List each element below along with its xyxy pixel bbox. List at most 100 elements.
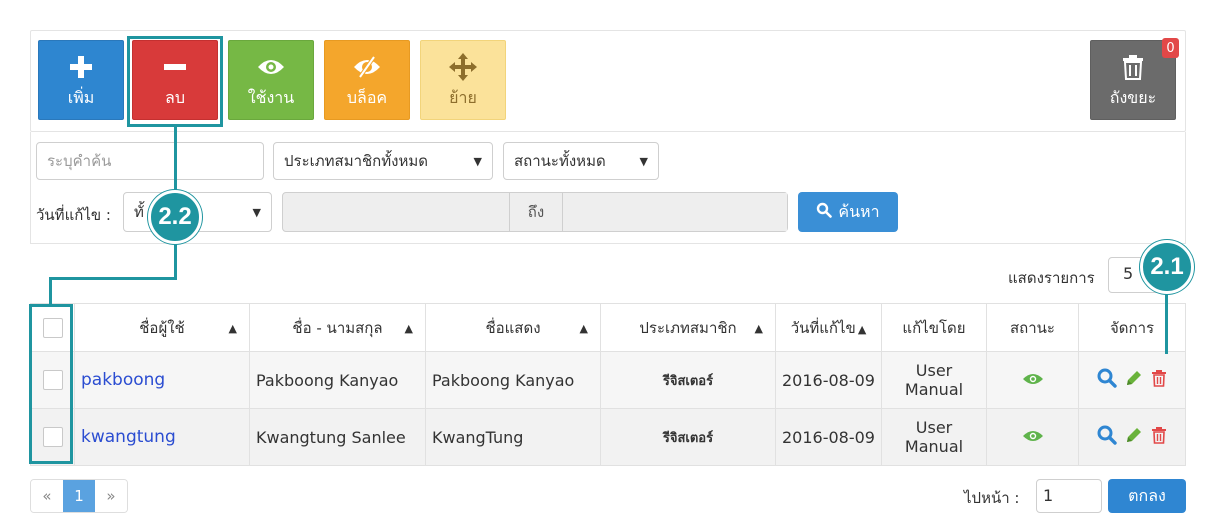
pagination: « 1 » bbox=[30, 479, 128, 513]
member-type-cell: รีจิสเตอร์ bbox=[600, 408, 776, 466]
edit-pencil-icon[interactable] bbox=[1125, 369, 1143, 391]
view-icon[interactable] bbox=[1097, 368, 1117, 392]
enable-button-label: ใช้งาน bbox=[247, 87, 295, 107]
header-display-name[interactable]: ชื่อแสดง ▲ bbox=[425, 303, 601, 352]
search-button[interactable]: ค้นหา bbox=[798, 192, 898, 232]
display-name-cell: Pakboong Kanyao bbox=[425, 351, 601, 409]
search-button-label: ค้นหา bbox=[838, 201, 880, 221]
table-row: kwangtung Kwangtung Sanlee KwangTung รีจ… bbox=[30, 408, 1186, 466]
member-type-select[interactable]: ประเภทสมาชิกทั้งหมด ▼ bbox=[273, 142, 493, 180]
sort-up-icon: ▲ bbox=[579, 322, 588, 335]
select-all-header bbox=[30, 303, 75, 352]
pagination-prev[interactable]: « bbox=[31, 480, 63, 512]
header-status-label: สถานะ bbox=[1010, 318, 1055, 337]
minus-icon bbox=[162, 50, 188, 84]
add-button-label: เพิ่ม bbox=[67, 87, 95, 107]
status-cell bbox=[986, 408, 1079, 466]
step-marker-2-2: 2.2 bbox=[148, 190, 202, 244]
step-marker-2-1: 2.1 bbox=[1140, 240, 1194, 294]
caret-down-icon: ▼ bbox=[473, 154, 482, 168]
sort-up-icon: ▲ bbox=[228, 322, 237, 335]
table-header-row: ชื่อผู้ใช้ ▲ ชื่อ - นามสกุล ▲ ชื่อแสดง ▲… bbox=[30, 303, 1186, 352]
delete-button[interactable]: ลบ bbox=[132, 40, 218, 120]
modified-by-cell: User Manual bbox=[881, 408, 987, 466]
enable-button[interactable]: ใช้งาน bbox=[228, 40, 314, 120]
pagination-page[interactable]: 1 bbox=[63, 480, 95, 512]
date-to-input[interactable] bbox=[563, 193, 787, 231]
view-icon[interactable] bbox=[1097, 425, 1117, 449]
eye-icon[interactable] bbox=[1022, 428, 1044, 447]
eye-icon bbox=[256, 50, 286, 84]
header-modified-label: วันที่แก้ไข bbox=[790, 318, 856, 337]
header-type-label: ประเภทสมาชิก bbox=[639, 318, 737, 337]
header-member-type[interactable]: ประเภทสมาชิก ▲ bbox=[600, 303, 776, 352]
add-button[interactable]: เพิ่ม bbox=[38, 40, 124, 120]
block-button-label: บล็อค bbox=[346, 87, 388, 107]
select-all-checkbox[interactable] bbox=[42, 317, 63, 338]
callout-line bbox=[49, 277, 177, 280]
status-value: สถานะทั้งหมด bbox=[514, 152, 606, 170]
row-checkbox[interactable] bbox=[42, 427, 63, 448]
delete-trash-icon[interactable] bbox=[1151, 426, 1167, 448]
header-fullname[interactable]: ชื่อ - นามสกุล ▲ bbox=[249, 303, 426, 352]
display-name-cell: KwangTung bbox=[425, 408, 601, 466]
sort-up-icon: ▲ bbox=[754, 322, 763, 335]
move-arrows-icon bbox=[448, 50, 478, 84]
eye-slash-icon bbox=[352, 50, 382, 84]
row-checkbox-cell bbox=[30, 351, 75, 409]
member-type-value: ประเภทสมาชิกทั้งหมด bbox=[284, 152, 428, 170]
date-filter-label: วันที่แก้ไข : bbox=[36, 206, 111, 224]
header-modified-by: แก้ไขโดย bbox=[881, 303, 987, 352]
status-cell bbox=[986, 351, 1079, 409]
status-select[interactable]: สถานะทั้งหมด ▼ bbox=[503, 142, 659, 180]
header-status: สถานะ bbox=[986, 303, 1079, 352]
plus-icon bbox=[68, 50, 94, 84]
delete-trash-icon[interactable] bbox=[1151, 369, 1167, 391]
row-checkbox-cell bbox=[30, 408, 75, 466]
callout-line bbox=[174, 240, 177, 280]
date-to-separator: ถึง bbox=[509, 193, 563, 231]
header-username[interactable]: ชื่อผู้ใช้ ▲ bbox=[74, 303, 250, 352]
trash-count-badge: 0 bbox=[1162, 38, 1179, 58]
move-button[interactable]: ย้าย bbox=[420, 40, 506, 120]
goto-ok-button[interactable]: ตกลง bbox=[1108, 479, 1186, 513]
move-button-label: ย้าย bbox=[449, 87, 477, 107]
modified-date-cell: 2016-08-09 bbox=[775, 408, 882, 466]
trash-icon bbox=[1121, 50, 1145, 84]
trash-button-label: ถังขยะ bbox=[1109, 87, 1157, 107]
date-type-value: ทั้ bbox=[134, 203, 144, 221]
date-range-group: ถึง bbox=[282, 192, 788, 232]
header-actions-label: จัดการ bbox=[1109, 318, 1155, 337]
username-link[interactable]: pakboong bbox=[81, 370, 165, 390]
search-icon bbox=[816, 202, 833, 222]
header-fullname-label: ชื่อ - นามสกุล bbox=[292, 318, 383, 337]
header-username-label: ชื่อผู้ใช้ bbox=[139, 318, 185, 337]
row-checkbox[interactable] bbox=[42, 370, 63, 391]
callout-line bbox=[1165, 290, 1168, 354]
callout-line bbox=[174, 126, 177, 196]
header-display-label: ชื่อแสดง bbox=[485, 318, 541, 337]
username-cell: pakboong bbox=[74, 351, 250, 409]
block-button[interactable]: บล็อค bbox=[324, 40, 410, 120]
delete-button-label: ลบ bbox=[165, 87, 185, 107]
callout-line bbox=[49, 277, 52, 305]
sort-up-icon: ▲ bbox=[404, 322, 413, 335]
header-modified-date[interactable]: วันที่แก้ไข ▲ bbox=[775, 303, 882, 352]
fullname-cell: Kwangtung Sanlee bbox=[249, 408, 426, 466]
pagination-next[interactable]: » bbox=[95, 480, 127, 512]
actions-cell bbox=[1078, 351, 1186, 409]
username-link[interactable]: kwangtung bbox=[81, 427, 176, 447]
header-modified-by-label: แก้ไขโดย bbox=[902, 318, 966, 337]
goto-page-label: ไปหน้า : bbox=[964, 489, 1020, 507]
eye-icon[interactable] bbox=[1022, 371, 1044, 390]
date-from-input[interactable] bbox=[283, 193, 509, 231]
keyword-search-input[interactable]: ระบุคำค้น bbox=[36, 142, 264, 180]
fullname-cell: Pakboong Kanyao bbox=[249, 351, 426, 409]
table-row: pakboong Pakboong Kanyao Pakboong Kanyao… bbox=[30, 351, 1186, 409]
caret-down-icon: ▼ bbox=[252, 205, 261, 219]
header-actions: จัดการ bbox=[1078, 303, 1186, 352]
caret-down-icon: ▼ bbox=[639, 154, 648, 168]
users-table: ชื่อผู้ใช้ ▲ ชื่อ - นามสกุล ▲ ชื่อแสดง ▲… bbox=[30, 303, 1186, 466]
goto-page-input[interactable]: 1 bbox=[1036, 479, 1102, 513]
edit-pencil-icon[interactable] bbox=[1125, 426, 1143, 448]
